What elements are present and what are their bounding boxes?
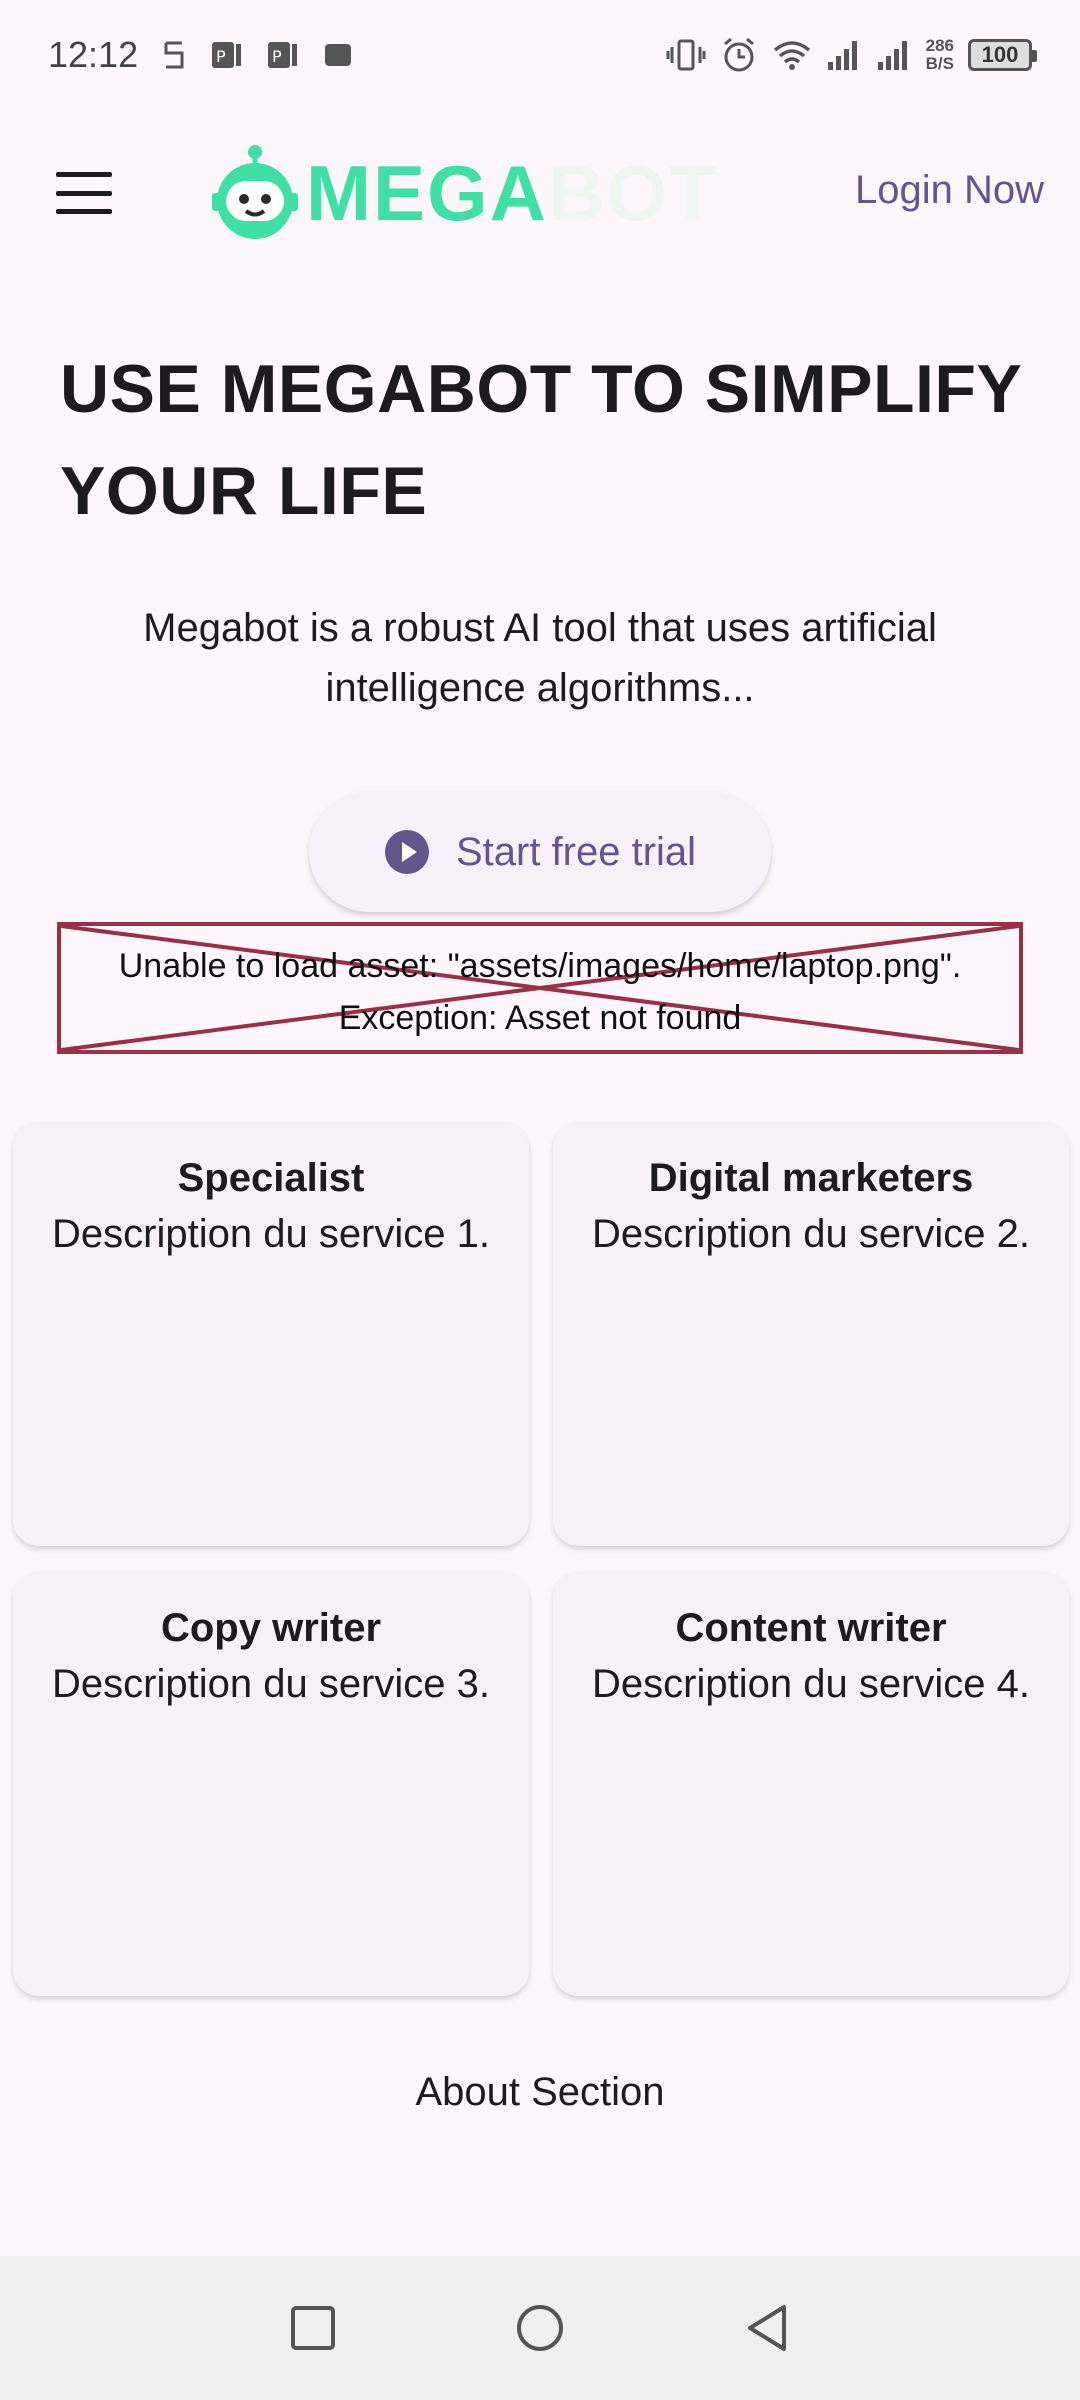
service-card-copy-writer[interactable]: Copy writer Description du service 3. [13,1572,529,1996]
back-button[interactable] [727,2288,807,2368]
hero-description: Megabot is a robust AI tool that uses ar… [143,606,937,710]
alarm-icon [720,35,758,75]
robot-icon [212,145,298,239]
service-card-title: Digital marketers [648,1156,974,1200]
service-card-title: Content writer [675,1606,947,1650]
error-line-2: Exception: Asset not found [338,999,742,1037]
signal-icon-2 [876,35,912,75]
battery-icon: 100 [968,39,1037,71]
svg-text:P: P [216,47,226,66]
logo-text-mega: MEGA [306,148,548,237]
play-circle-icon [384,830,429,874]
app-notification-icon-2: P [266,35,300,75]
error-message: Unable to load asset: "assets/images/hom… [61,940,1019,1044]
square-icon [291,2306,336,2350]
image-load-error: Unable to load asset: "assets/images/hom… [57,922,1023,1054]
status-left: 12:12 P P [48,34,354,76]
service-card-specialist[interactable]: Specialist Description du service 1. [13,1122,529,1546]
service-card-title: Specialist [177,1156,365,1200]
service-card-digital-marketers[interactable]: Digital marketers Description du service… [553,1122,1069,1546]
service-card-description: Description du service 4. [592,1662,1030,1706]
system-nav-bar [0,2256,1080,2400]
home-button[interactable] [500,2288,580,2368]
service-card-description: Description du service 2. [592,1212,1030,1256]
network-speed: 286 B/S [926,37,954,73]
wifi-icon [772,35,812,75]
login-now-link[interactable]: Login Now [855,168,1044,213]
megabot-logo: MEGABOT [212,140,719,246]
hero-title-line-1: USE MEGABOT TO SIMPLIFY [60,351,1023,427]
recent-apps-button[interactable] [273,2288,353,2368]
service-card-content-writer[interactable]: Content writer Description du service 4. [553,1572,1069,1996]
circle-icon [516,2305,563,2351]
battery-level: 100 [981,42,1019,67]
net-speed-value: 286 [925,36,954,55]
vibrate-icon [666,35,706,75]
start-free-trial-label: Start free trial [455,829,697,874]
net-speed-unit: B/S [925,54,954,73]
signal-icon [826,35,862,75]
app-bar: MEGABOT Login Now [0,130,1080,256]
status-right: 286 B/S 100 [666,35,1037,75]
app-notification-icon: P [210,35,244,75]
service-card-description: Description du service 1. [52,1212,490,1256]
screen: 12:12 P P 286 B/S 100 MEGABOT Login Now … [0,0,1080,2400]
error-line-1: Unable to load asset: "assets/images/hom… [118,947,962,985]
service-card-description: Description du service 3. [52,1662,490,1706]
hamburger-menu-icon[interactable] [56,172,112,214]
status-time: 12:12 [48,34,139,75]
status-bar: 12:12 P P 286 B/S 100 [0,0,1080,110]
sim-icon [160,35,188,75]
about-section-label: About Section [415,2070,665,2114]
hero-title: USE MEGABOT TO SIMPLIFY YOUR LIFE [60,338,1040,542]
app-notification-icon-3 [322,35,354,75]
svg-text:P: P [272,47,282,66]
hero-title-line-2: YOUR LIFE [60,453,428,529]
back-triangle-icon [747,2305,786,2351]
logo-text-bot: BOT [548,148,719,237]
service-card-title: Copy writer [160,1606,382,1650]
start-free-trial-button[interactable]: Start free trial [309,792,771,912]
